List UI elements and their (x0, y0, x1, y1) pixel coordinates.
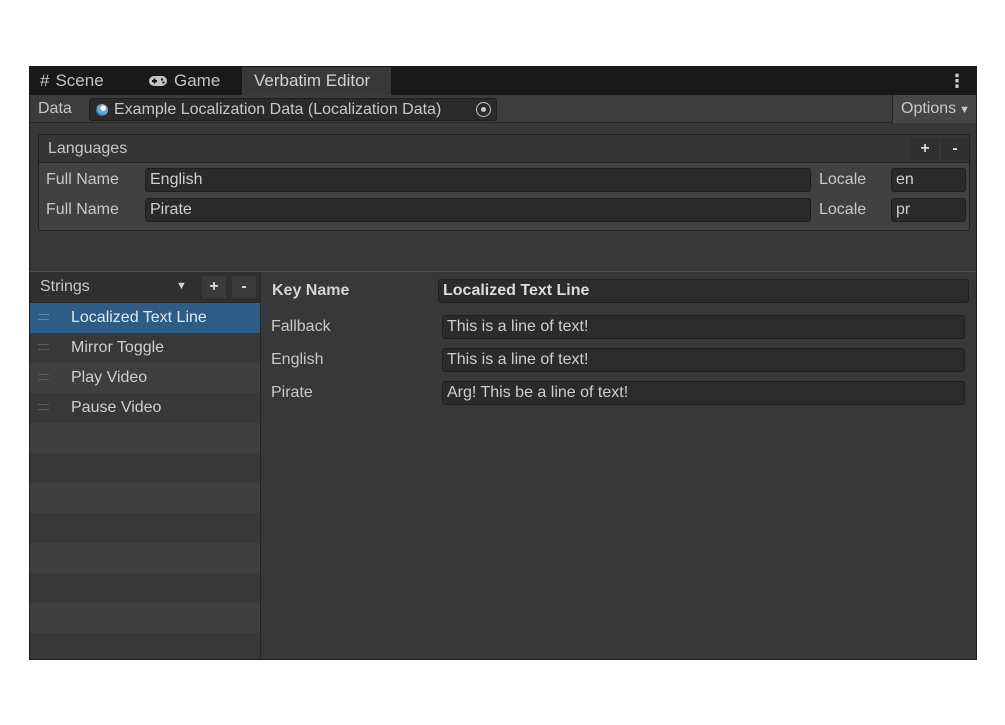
empty-row (30, 423, 260, 453)
language-row: Full Name Pirate Locale pr (39, 195, 969, 225)
chevron-down-icon: ▼ (959, 104, 971, 116)
data-asset-field[interactable]: Example Localization Data (Localization … (89, 98, 497, 121)
empty-row (30, 513, 260, 543)
sort-dropdown-icon[interactable]: ▼ (176, 272, 187, 301)
strings-title: Strings (40, 278, 90, 295)
add-language-button[interactable]: + (911, 138, 939, 160)
string-detail-panel: Key Name Localized Text Line Fallback Th… (262, 272, 976, 659)
list-item[interactable]: Mirror Toggle (30, 333, 260, 363)
language-locale-input[interactable]: pr (891, 198, 966, 222)
key-name-input[interactable]: Localized Text Line (438, 279, 969, 303)
empty-row (30, 543, 260, 573)
remove-language-button[interactable]: - (941, 138, 969, 160)
data-label: Data (38, 100, 72, 117)
add-string-button[interactable]: + (202, 276, 226, 298)
translation-input-fallback[interactable]: This is a line of text! (442, 315, 965, 339)
language-row: Full Name English Locale en (39, 165, 969, 195)
drag-handle-icon[interactable] (38, 374, 49, 380)
tab-verbatim-editor[interactable]: Verbatim Editor (242, 67, 391, 95)
empty-row (30, 633, 260, 659)
translation-label-english: English (271, 351, 324, 368)
strings-list: Localized Text Line Mirror Toggle Play V… (30, 303, 260, 659)
locale-label: Locale (819, 171, 867, 188)
empty-row (30, 603, 260, 633)
language-locale-input[interactable]: en (891, 168, 966, 192)
language-full-name-input[interactable]: Pirate (145, 198, 811, 222)
strings-panel: Strings ▼ + - Localized Text Line Mirror… (30, 272, 261, 659)
tab-menu-icon[interactable]: ⋮ (948, 67, 966, 95)
locale-label: Locale (819, 201, 867, 218)
languages-panel: Languages + - Full Name English Locale e… (38, 134, 970, 231)
grid-icon: # (40, 71, 50, 90)
empty-row (30, 573, 260, 603)
drag-handle-icon[interactable] (38, 404, 49, 410)
drag-handle-icon[interactable] (38, 314, 49, 320)
data-asset-name: Example Localization Data (Localization … (114, 101, 442, 118)
list-item[interactable]: Play Video (30, 363, 260, 393)
full-name-label: Full Name (46, 171, 119, 188)
full-name-label: Full Name (46, 201, 119, 218)
language-full-name-input[interactable]: English (145, 168, 811, 192)
languages-title: Languages (48, 140, 128, 157)
list-item[interactable]: Localized Text Line (30, 303, 260, 333)
tab-scene[interactable]: # Scene (30, 67, 138, 95)
key-name-label: Key Name (272, 282, 350, 299)
object-picker-icon[interactable] (476, 102, 491, 117)
translation-input-english[interactable]: This is a line of text! (442, 348, 965, 372)
languages-header: Languages + - (39, 135, 969, 163)
empty-row (30, 453, 260, 483)
verbatim-editor-window: # Scene Game Verbatim Editor ⋮ Data Examp… (29, 66, 977, 660)
remove-string-button[interactable]: - (232, 276, 256, 298)
localization-asset-icon (96, 104, 108, 116)
options-dropdown[interactable]: Options ▼ (892, 95, 976, 123)
gamepad-icon (148, 67, 168, 95)
drag-handle-icon[interactable] (38, 344, 49, 350)
tab-bar: # Scene Game Verbatim Editor ⋮ (30, 67, 976, 95)
tab-game[interactable]: Game (138, 67, 250, 95)
empty-row (30, 483, 260, 513)
data-row: Data Example Localization Data (Localiza… (30, 95, 976, 123)
translation-label-fallback: Fallback (271, 318, 331, 335)
translation-input-pirate[interactable]: Arg! This be a line of text! (442, 381, 965, 405)
list-item[interactable]: Pause Video (30, 393, 260, 423)
strings-header: Strings ▼ + - (30, 272, 260, 303)
translation-label-pirate: Pirate (271, 384, 313, 401)
